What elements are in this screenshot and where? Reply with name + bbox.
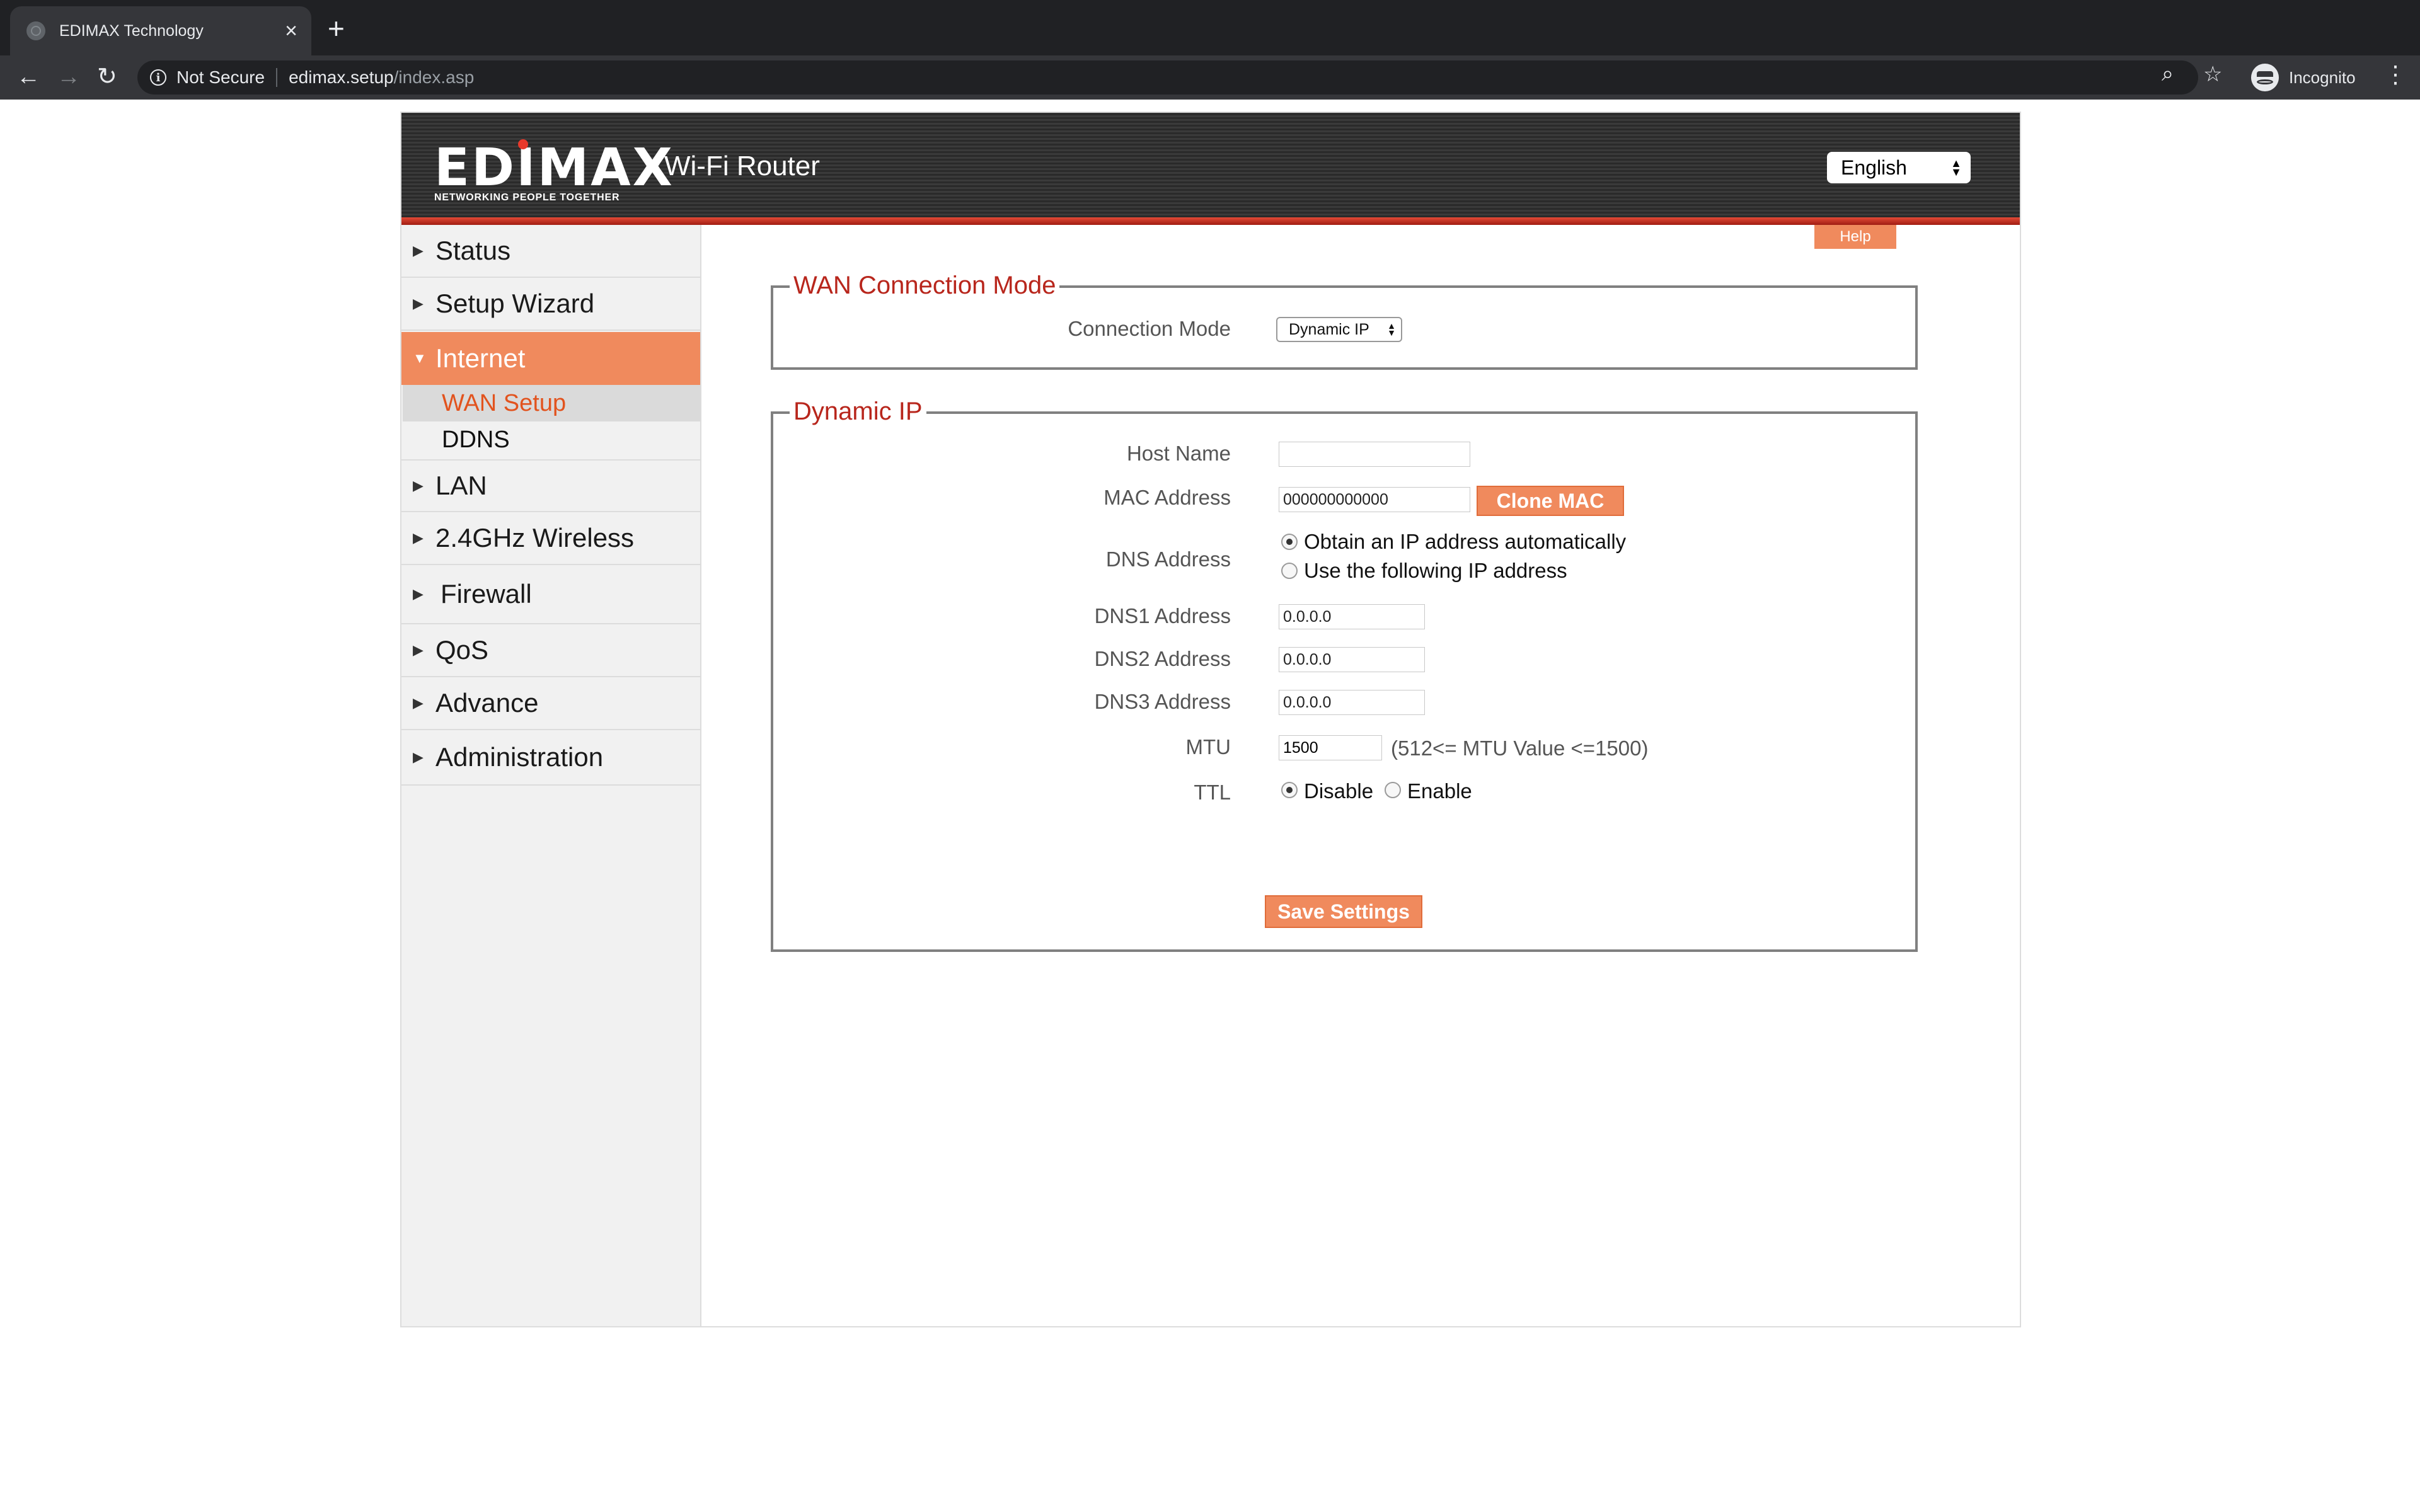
section-title: WAN Connection Mode bbox=[790, 272, 1060, 300]
connection-mode-select[interactable]: Dynamic IP ▲ ▼ bbox=[1276, 317, 1402, 342]
dynamic-ip-section: Dynamic IP Host Name MAC Address 0000000… bbox=[771, 398, 1918, 952]
triangle-right-icon: ▶ bbox=[413, 586, 424, 602]
incognito-label: Incognito bbox=[2289, 67, 2356, 87]
back-arrow-icon[interactable]: ← bbox=[16, 64, 40, 89]
address-bar[interactable]: i Not Secure edimax.setup/index.asp bbox=[137, 60, 2198, 94]
url-divider bbox=[276, 68, 278, 87]
zoom-icon[interactable]: ⌕ bbox=[2162, 62, 2174, 86]
star-icon[interactable]: ☆ bbox=[2203, 62, 2222, 87]
sidebar-item-status[interactable]: ▶ Status bbox=[401, 225, 700, 278]
browser-tab-strip: EDIMAX Technology × + bbox=[0, 0, 2420, 55]
dns2-label: DNS2 Address bbox=[1094, 647, 1231, 670]
dns-auto-label: Obtain an IP address automatically bbox=[1304, 530, 1627, 553]
logo-text: EDIMAX bbox=[434, 138, 674, 198]
host-name-label: Host Name bbox=[1126, 442, 1231, 465]
sidebar-item-label: Setup Wizard bbox=[435, 289, 595, 318]
sidebar-item-qos[interactable]: ▶ QoS bbox=[401, 624, 700, 677]
sidebar: ▶ Status ▶ Setup Wizard ▼ Internet WAN S… bbox=[401, 225, 701, 1326]
sidebar-subitem-wan-setup[interactable]: WAN Setup bbox=[403, 385, 700, 421]
edimax-logo: EDIMAX NETWORKING PEOPLE TOGETHER bbox=[434, 138, 674, 203]
sidebar-item-setup-wizard[interactable]: ▶ Setup Wizard bbox=[401, 278, 700, 331]
ttl-enable-radio[interactable] bbox=[1385, 782, 1401, 798]
globe-icon bbox=[26, 21, 45, 40]
dns2-input[interactable]: 0.0.0.0 bbox=[1279, 647, 1425, 672]
host-name-input[interactable] bbox=[1279, 442, 1470, 467]
triangle-right-icon: ▶ bbox=[413, 243, 424, 258]
triangle-right-icon: ▶ bbox=[413, 530, 424, 546]
clone-mac-button[interactable]: Clone MAC bbox=[1477, 486, 1624, 516]
sidebar-subitem-ddns[interactable]: DDNS bbox=[403, 421, 700, 458]
mac-address-label: MAC Address bbox=[1103, 486, 1231, 509]
incognito-icon bbox=[2251, 64, 2279, 91]
sidebar-item-administration[interactable]: ▶ Administration bbox=[401, 730, 700, 786]
sidebar-item-lan[interactable]: ▶ LAN bbox=[401, 459, 700, 512]
url-host: edimax.setup bbox=[289, 67, 394, 87]
connection-mode-value: Dynamic IP bbox=[1289, 320, 1369, 338]
sidebar-item-wireless[interactable]: ▶ 2.4GHz Wireless bbox=[401, 512, 700, 565]
mtu-range-note: (512<= MTU Value <=1500) bbox=[1391, 736, 1649, 760]
triangle-right-icon: ▶ bbox=[413, 295, 424, 311]
sidebar-item-label: LAN bbox=[435, 471, 487, 500]
triangle-right-icon: ▶ bbox=[413, 478, 424, 493]
sidebar-item-firewall[interactable]: ▶ Firewall bbox=[401, 565, 700, 624]
dns-manual-radio[interactable] bbox=[1281, 563, 1298, 579]
sidebar-item-label: Internet bbox=[435, 343, 526, 373]
dns3-label: DNS3 Address bbox=[1094, 690, 1231, 713]
incognito-indicator[interactable]: Incognito bbox=[2251, 64, 2356, 91]
reload-icon[interactable]: ↻ bbox=[97, 64, 117, 89]
logo-dot bbox=[518, 139, 528, 149]
select-arrows-icon: ▲ ▼ bbox=[1950, 157, 1962, 178]
wan-connection-mode-section: WAN Connection Mode Connection Mode Dyna… bbox=[771, 272, 1918, 370]
sidebar-item-label: Status bbox=[435, 236, 511, 265]
menu-icon[interactable]: ⋮ bbox=[2383, 63, 2407, 87]
url-path: /index.asp bbox=[393, 67, 475, 87]
mac-address-input[interactable]: 000000000000 bbox=[1279, 487, 1470, 512]
ttl-label: TTL bbox=[1194, 781, 1231, 804]
ttl-disable-radio[interactable] bbox=[1281, 782, 1298, 798]
dns1-input[interactable]: 0.0.0.0 bbox=[1279, 604, 1425, 629]
page-header: EDIMAX NETWORKING PEOPLE TOGETHER Wi-Fi … bbox=[401, 113, 2020, 225]
tab-title: EDIMAX Technology bbox=[59, 21, 204, 40]
product-name: Wi-Fi Router bbox=[664, 151, 820, 181]
mtu-label: MTU bbox=[1185, 735, 1231, 759]
close-icon[interactable]: × bbox=[285, 20, 297, 42]
main-content: Help WAN Connection Mode Connection Mode… bbox=[701, 225, 2020, 1326]
mtu-input[interactable]: 1500 bbox=[1279, 735, 1382, 760]
sidebar-item-label: Firewall bbox=[441, 579, 532, 609]
dns-address-label: DNS Address bbox=[1105, 547, 1231, 571]
sidebar-item-label: Administration bbox=[435, 742, 604, 772]
forward-arrow-icon[interactable]: → bbox=[57, 64, 81, 89]
select-arrows-icon: ▲ ▼ bbox=[1387, 321, 1396, 338]
info-icon[interactable]: i bbox=[150, 69, 166, 86]
sidebar-item-label: Advance bbox=[435, 688, 539, 718]
dns-manual-label: Use the following IP address bbox=[1304, 559, 1567, 582]
ttl-enable-label: Enable bbox=[1407, 779, 1472, 803]
router-page: EDIMAX NETWORKING PEOPLE TOGETHER Wi-Fi … bbox=[400, 112, 2021, 1327]
browser-toolbar: ← → ↻ i Not Secure edimax.setup/index.as… bbox=[0, 55, 2420, 100]
browser-tab[interactable]: EDIMAX Technology × bbox=[10, 6, 311, 55]
help-button[interactable]: Help bbox=[1814, 225, 1896, 249]
dns-auto-radio[interactable] bbox=[1281, 534, 1298, 550]
connection-mode-label: Connection Mode bbox=[1068, 317, 1231, 340]
sidebar-item-advance[interactable]: ▶ Advance bbox=[401, 677, 700, 730]
section-title: Dynamic IP bbox=[790, 398, 926, 426]
dns3-input[interactable]: 0.0.0.0 bbox=[1279, 690, 1425, 715]
save-settings-button[interactable]: Save Settings bbox=[1265, 895, 1422, 928]
dns1-label: DNS1 Address bbox=[1094, 604, 1231, 627]
sidebar-item-internet[interactable]: ▼ Internet bbox=[401, 332, 700, 385]
new-tab-icon[interactable]: + bbox=[328, 14, 345, 43]
triangle-right-icon: ▶ bbox=[413, 695, 424, 711]
sidebar-item-label: 2.4GHz Wireless bbox=[435, 523, 635, 553]
sidebar-item-label: QoS bbox=[435, 635, 489, 665]
security-label: Not Secure bbox=[176, 67, 265, 87]
language-select[interactable]: English ▲ ▼ bbox=[1827, 152, 1971, 183]
triangle-right-icon: ▶ bbox=[413, 749, 424, 765]
ttl-disable-label: Disable bbox=[1304, 779, 1374, 803]
triangle-right-icon: ▶ bbox=[413, 642, 424, 658]
language-value: English bbox=[1841, 156, 1907, 179]
triangle-down-icon: ▼ bbox=[413, 350, 427, 366]
